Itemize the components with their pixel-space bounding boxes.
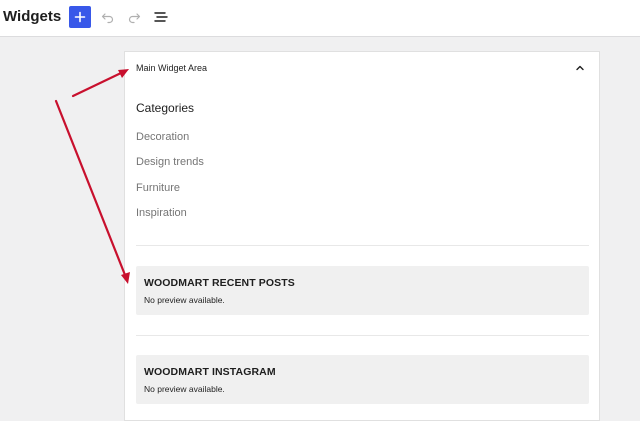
undo-button[interactable] bbox=[100, 9, 116, 25]
category-link-inspiration[interactable]: Inspiration bbox=[136, 207, 187, 220]
page-title: Widgets bbox=[3, 8, 62, 25]
block-divider bbox=[136, 335, 589, 336]
widget-area-header[interactable]: Main Widget Area bbox=[125, 52, 599, 84]
widget-area-panel: Main Widget Area Categories Decoration D… bbox=[124, 51, 600, 421]
plus-icon bbox=[74, 11, 86, 23]
header-toolbar: Widgets bbox=[0, 0, 640, 37]
chevron-up-icon[interactable] bbox=[574, 62, 586, 74]
widget-block-recent-posts[interactable]: WOODMART RECENT POSTS No preview availab… bbox=[136, 266, 589, 315]
widget-title: WOODMART INSTAGRAM bbox=[144, 366, 276, 378]
list-view-icon bbox=[154, 12, 168, 22]
widget-area-title: Main Widget Area bbox=[136, 63, 208, 73]
widget-preview-note: No preview available. bbox=[144, 384, 225, 394]
redo-button[interactable] bbox=[126, 9, 142, 25]
widget-title: WOODMART RECENT POSTS bbox=[144, 277, 295, 289]
category-link-furniture[interactable]: Furniture bbox=[136, 182, 180, 195]
redo-icon bbox=[128, 13, 141, 24]
widgets-canvas: Main Widget Area Categories Decoration D… bbox=[0, 37, 640, 421]
add-block-button[interactable] bbox=[69, 6, 91, 28]
categories-heading: Categories bbox=[136, 101, 195, 115]
category-link-design-trends[interactable]: Design trends bbox=[136, 156, 204, 169]
widget-preview-note: No preview available. bbox=[144, 295, 225, 305]
list-view-button[interactable] bbox=[153, 9, 169, 25]
widget-block-instagram[interactable]: WOODMART INSTAGRAM No preview available. bbox=[136, 355, 589, 404]
block-divider bbox=[136, 245, 589, 246]
category-link-decoration[interactable]: Decoration bbox=[136, 131, 189, 144]
undo-icon bbox=[101, 13, 114, 24]
